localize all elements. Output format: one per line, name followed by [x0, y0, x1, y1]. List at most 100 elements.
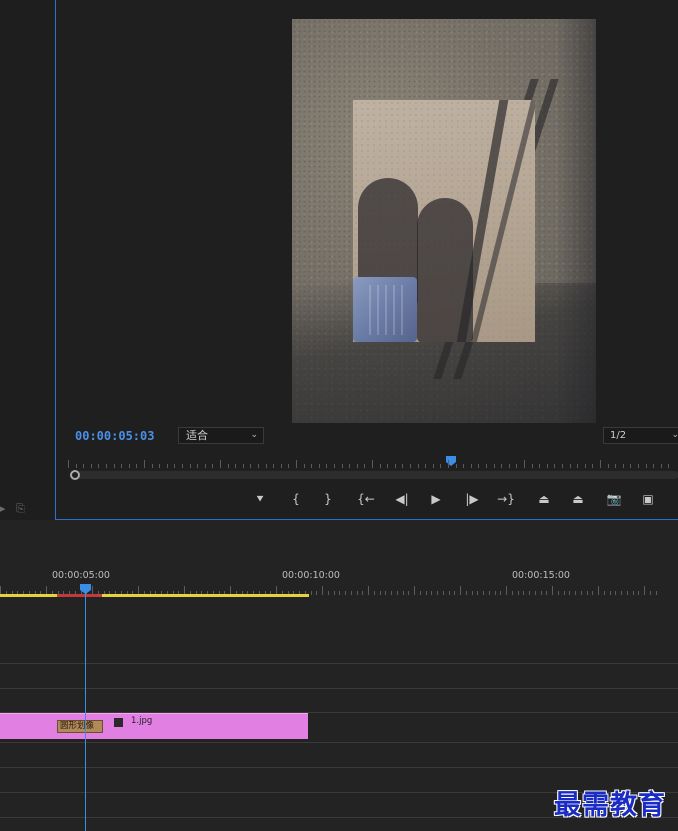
ruler-tick	[437, 591, 438, 595]
ruler-tick	[385, 591, 387, 595]
ruler-tick	[280, 464, 282, 468]
ruler-tick	[68, 460, 69, 468]
ruler-tick	[250, 464, 252, 468]
go-to-out-button[interactable]: →}	[497, 490, 515, 508]
lift-button[interactable]: ⏏	[535, 490, 553, 508]
ruler-tick	[501, 464, 503, 468]
ruler-tick	[90, 464, 92, 468]
ruler-tick	[448, 460, 449, 468]
ruler-tick	[220, 460, 221, 468]
overlay-image[interactable]	[353, 100, 535, 342]
ruler-tick	[396, 591, 398, 595]
ruler-tick	[493, 464, 495, 468]
fit-select[interactable]: 适合 ⌄	[178, 427, 264, 444]
ruler-tick	[511, 591, 513, 595]
ruler-tick	[534, 591, 536, 595]
ruler-tick	[318, 464, 320, 468]
fit-select-value: 适合	[186, 429, 208, 442]
comparison-view-button[interactable]: ▣	[639, 490, 657, 508]
ruler-tick	[626, 591, 628, 595]
ruler-tick	[523, 591, 525, 595]
ruler-tick	[166, 464, 168, 468]
ruler-tick	[373, 591, 375, 595]
ruler-tick	[603, 591, 605, 595]
ruler-tick	[387, 464, 389, 468]
export-frame-button[interactable]: 📷	[605, 490, 623, 508]
ruler-tick	[242, 464, 244, 468]
ruler-tick	[326, 464, 328, 468]
ruler-tick	[531, 464, 533, 468]
ruler-tick	[425, 464, 427, 468]
ruler-tick	[615, 591, 617, 595]
ruler-tick	[414, 586, 415, 595]
add-marker-button[interactable]: ⯆	[251, 490, 269, 508]
ruler-tick	[379, 591, 381, 595]
resolution-select[interactable]: 1/2 ⌄	[603, 427, 678, 444]
ruler-tick	[478, 464, 480, 468]
ruler-tick	[339, 591, 341, 595]
ruler-tick	[316, 591, 318, 595]
ruler-tick	[349, 464, 351, 468]
ruler-tick	[540, 591, 542, 595]
ruler-tick	[621, 591, 622, 595]
ruler-tick	[258, 464, 259, 468]
ruler-tick	[486, 464, 487, 468]
ruler-tick	[440, 464, 442, 468]
ruler-tick	[310, 591, 312, 595]
ruler-tick	[425, 591, 427, 595]
ruler-tick	[204, 464, 206, 468]
ruler-tick	[273, 464, 275, 468]
suitcase	[353, 277, 417, 342]
ruler-tick	[442, 591, 444, 595]
ruler-tick	[577, 464, 579, 468]
ruler-tick	[600, 460, 601, 468]
mark-in-button[interactable]: {	[287, 490, 305, 508]
export-icon[interactable]: ⎘	[16, 502, 25, 516]
ruler-tick	[517, 591, 519, 595]
timeline-clip[interactable]: 圆形划像 1.jpg	[0, 713, 308, 739]
ruler-tick	[197, 464, 199, 468]
ruler-tick	[121, 464, 123, 468]
ruler-tick	[655, 591, 657, 595]
ruler-tick	[391, 591, 392, 595]
ruler-tick	[529, 591, 530, 595]
playhead-timecode[interactable]: 00:00:05:03	[75, 429, 154, 443]
chevron-down-icon: ⌄	[671, 430, 678, 440]
ruler-tick	[630, 464, 632, 468]
ruler-tick	[460, 586, 461, 595]
ruler-tick	[410, 464, 411, 468]
ruler-tick	[448, 591, 450, 595]
ruler-tick	[554, 464, 556, 468]
ruler-tick	[113, 464, 115, 468]
ruler-tick	[557, 591, 559, 595]
extract-button[interactable]: ⏏	[569, 490, 587, 508]
ruler-tick	[470, 464, 472, 468]
video-preview[interactable]	[292, 19, 596, 423]
ruler-tick	[303, 464, 305, 468]
step-back-button[interactable]: ◀|	[393, 490, 411, 508]
step-forward-button[interactable]: |▶	[463, 490, 481, 508]
track-divider	[0, 663, 678, 664]
ruler-tick	[516, 464, 518, 468]
ruler-tick	[265, 464, 267, 468]
ruler-tick	[212, 464, 214, 468]
ruler-tick	[364, 464, 366, 468]
work-area-bar[interactable]	[0, 594, 309, 597]
ruler-tick	[584, 464, 586, 468]
transition-badge[interactable]: 圆形划像	[57, 720, 103, 733]
ruler-tick	[668, 464, 670, 468]
play-button[interactable]: ▶	[427, 490, 445, 508]
ruler-tick	[174, 464, 176, 468]
monitor-time-ruler[interactable]	[68, 456, 678, 468]
ruler-tick	[322, 586, 323, 595]
ruler-tick	[575, 591, 576, 595]
go-to-in-button[interactable]: {←	[357, 490, 375, 508]
left-panel-icon-a[interactable]: ▸	[0, 502, 6, 515]
mark-out-button[interactable]: }	[319, 490, 337, 508]
zoom-scrollbar[interactable]	[70, 471, 678, 479]
ruler-tick	[463, 464, 465, 468]
zoom-scrollbar-handle[interactable]	[70, 470, 80, 480]
timeline-playhead-line	[85, 584, 86, 831]
ruler-tick	[506, 586, 507, 595]
ruler-tick	[598, 586, 599, 595]
